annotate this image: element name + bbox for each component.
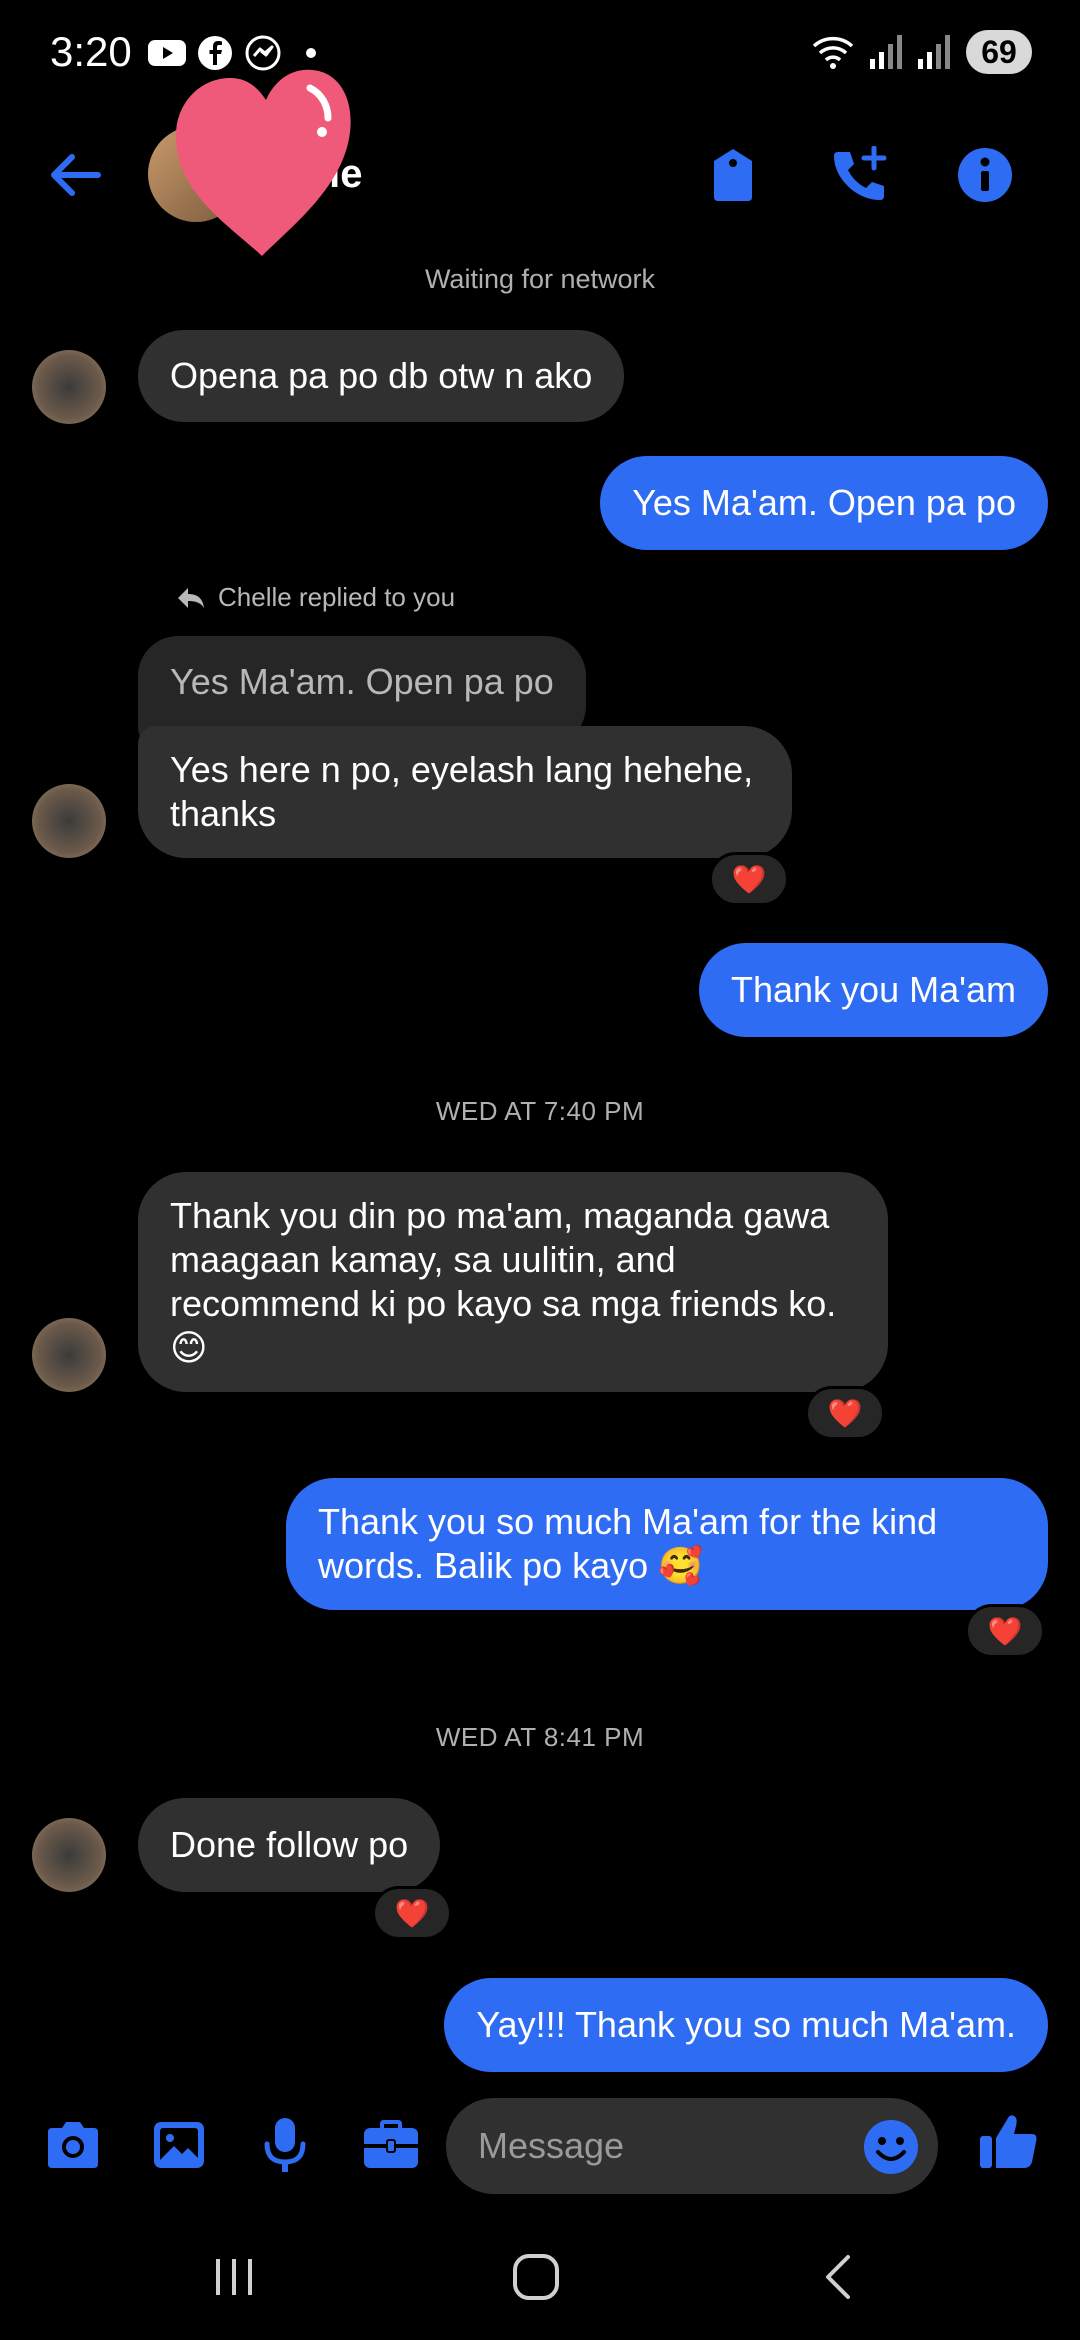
incoming-message[interactable]: Done follow po (138, 1798, 441, 1892)
home-icon (513, 2254, 559, 2300)
home-button[interactable] (496, 2242, 576, 2312)
tag-button[interactable] (698, 140, 768, 210)
emoji-icon (864, 2120, 918, 2174)
signal-icon (918, 35, 950, 69)
back-icon (826, 2255, 850, 2299)
network-status: Waiting for network (424, 264, 656, 294)
outgoing-message[interactable]: Thank you Ma'am (699, 943, 1048, 1037)
microphone-button[interactable] (250, 2110, 320, 2180)
status-bar: 3:20 69 (0, 0, 1080, 105)
heart-sticker (175, 69, 351, 256)
system-icons: 69 (812, 30, 1032, 74)
outgoing-message[interactable]: Thank you so much Ma'am for the kind wor… (286, 1478, 1048, 1610)
heart-reaction[interactable]: ❤️ (965, 1604, 1045, 1658)
incoming-message[interactable]: Opena pa po db otw n ako (138, 330, 625, 422)
sender-avatar[interactable] (32, 784, 106, 858)
briefcase-icon (364, 2120, 418, 2168)
reply-note: Chelle replied to you (176, 582, 455, 613)
back-button[interactable] (40, 140, 110, 210)
battery-indicator: 69 (966, 30, 1032, 74)
wifi-icon (812, 36, 854, 69)
heart-reaction-icon: ❤️ (394, 1897, 430, 1929)
info-button[interactable] (950, 140, 1020, 210)
microphone-icon (264, 2118, 306, 2172)
emoji-button[interactable] (862, 2118, 920, 2176)
heart-reaction-icon: ❤️ (827, 1397, 863, 1429)
info-icon (958, 148, 1012, 202)
back-arrow-icon (51, 154, 101, 196)
add-call-button[interactable] (824, 140, 894, 210)
recents-icon (216, 2259, 252, 2295)
message-composer (0, 2090, 1080, 2200)
gallery-icon (154, 2122, 204, 2168)
clock: 3:20 (50, 28, 132, 75)
back-nav-button[interactable] (798, 2242, 878, 2312)
timestamp: WED AT 7:40 PM (435, 1096, 645, 1126)
sender-avatar[interactable] (32, 350, 106, 424)
heart-reaction[interactable]: ❤️ (372, 1886, 452, 1940)
reply-icon (178, 587, 204, 608)
heart-reaction-icon: ❤️ (731, 863, 767, 895)
heart-reaction[interactable]: ❤️ (709, 852, 789, 906)
heart-reaction-icon: ❤️ (987, 1615, 1023, 1647)
recents-button[interactable] (194, 2242, 274, 2312)
camera-icon (48, 2122, 98, 2168)
camera-button[interactable] (38, 2110, 108, 2180)
heart-reaction[interactable]: ❤️ (805, 1386, 885, 1440)
system-nav-bar (0, 2220, 1080, 2340)
chat-header: lle (0, 69, 1080, 256)
thumbs-up-icon (980, 2115, 1037, 2168)
add-call-icon (834, 146, 887, 200)
sender-avatar[interactable] (32, 1818, 106, 1892)
timestamp: WED AT 8:41 PM (435, 1722, 645, 1752)
incoming-message[interactable]: Thank you din po ma'am, maganda gawa maa… (138, 1172, 888, 1392)
tag-icon (714, 149, 752, 201)
gallery-button[interactable] (144, 2110, 214, 2180)
briefcase-button[interactable] (356, 2110, 426, 2180)
reply-note-text: Chelle replied to you (218, 582, 456, 612)
outgoing-message[interactable]: Yay!!! Thank you so much Ma'am. (444, 1978, 1048, 2072)
incoming-message[interactable]: Yes here n po, eyelash lang hehehe, than… (138, 726, 792, 858)
sender-avatar[interactable] (32, 1318, 106, 1392)
outgoing-message[interactable]: Yes Ma'am. Open pa po (600, 456, 1048, 550)
signal-icon (870, 35, 902, 69)
thumbs-up-button[interactable] (978, 2110, 1048, 2180)
